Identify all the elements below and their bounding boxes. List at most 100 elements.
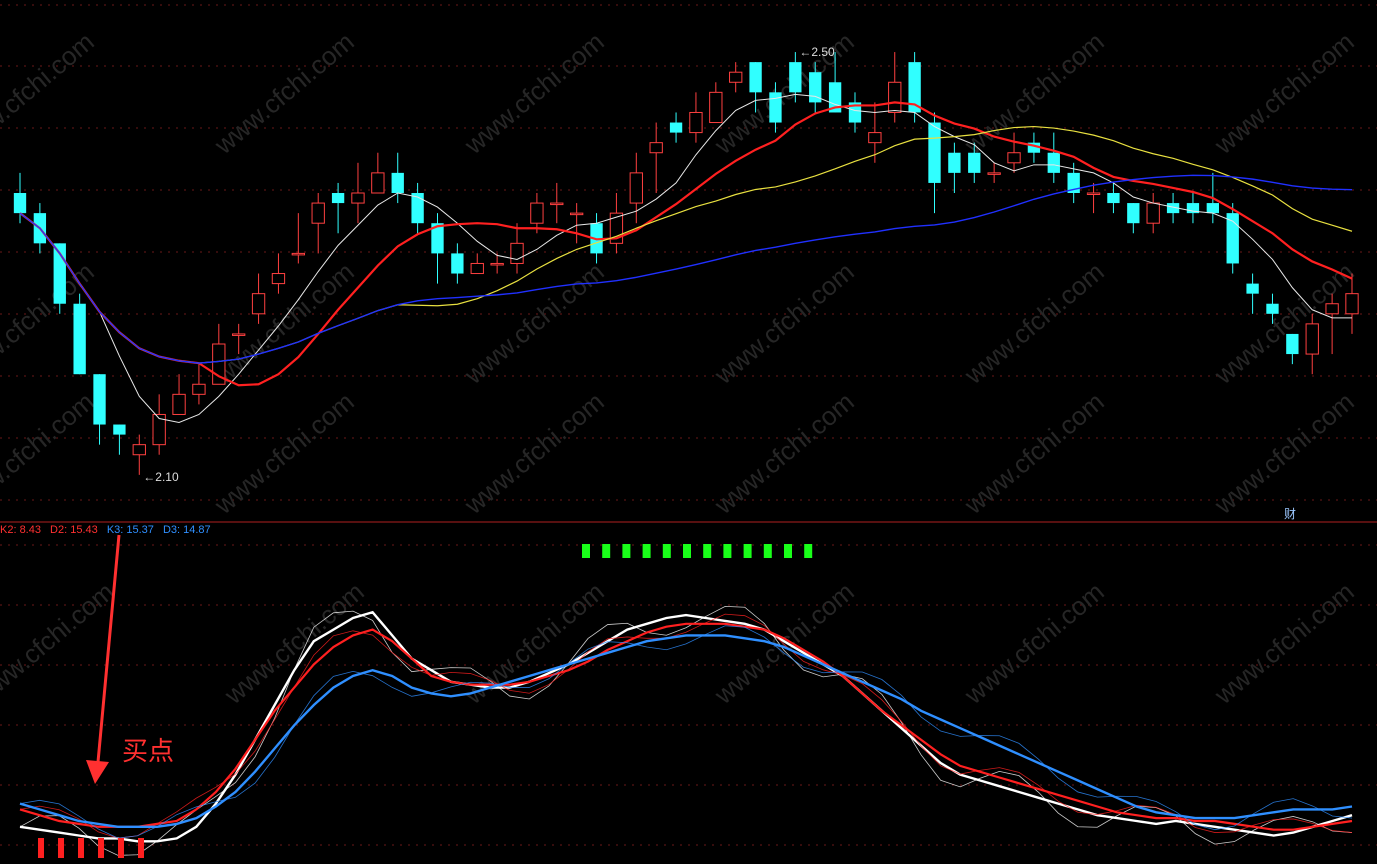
watermark-text: www.cfchi.com <box>1208 26 1360 160</box>
candle-body <box>1127 203 1140 224</box>
candlestick-series <box>13 52 1359 475</box>
sell-signal-bar <box>622 544 631 558</box>
candle-body <box>232 333 246 336</box>
candle-body <box>749 62 762 93</box>
candle-body <box>629 172 643 204</box>
sell-signal-bar <box>743 544 752 558</box>
oscillator-fast-line-2 <box>19 625 1353 839</box>
candle-body <box>729 71 743 83</box>
watermark-text: www.cfchi.com <box>208 26 360 160</box>
candle-body <box>1345 293 1359 315</box>
candle-body <box>1047 152 1060 173</box>
watermark-text: www.cfchi.com <box>458 256 610 390</box>
candle-body <box>291 252 305 256</box>
signal-markers <box>38 544 813 858</box>
arrow-head <box>86 760 109 784</box>
candle-body <box>510 242 524 264</box>
candle-body <box>928 122 941 183</box>
legend-d2: D2: 15.43 <box>50 524 98 536</box>
candle-body <box>1007 152 1021 164</box>
candle-body <box>1146 202 1160 224</box>
candle-body <box>1246 283 1259 294</box>
ma20-line <box>19 125 1353 364</box>
candle-body <box>1266 303 1279 314</box>
legend-d3: D3: 14.87 <box>162 524 211 536</box>
stock-chart: www.cfchi.com www.cfchi.com www.cfchi.com w… <box>0 4 1377 858</box>
candle-body <box>331 193 345 204</box>
candle-body <box>689 111 703 134</box>
sell-signal-bar <box>602 544 611 558</box>
watermark-text: www.cfchi.com <box>0 576 120 710</box>
watermark-text: www.cfchi.com <box>708 256 860 390</box>
watermark-text: www.cfchi.com <box>458 386 610 520</box>
legend-k2: K2: 8.43 <box>0 524 41 536</box>
high-price-label: ←2.50 <box>799 45 835 59</box>
buy-signal-bar <box>98 838 104 858</box>
candle-body <box>1086 192 1101 195</box>
candle-body <box>271 273 286 285</box>
corner-badge: 财 <box>1284 507 1296 521</box>
candle-body <box>1305 323 1319 355</box>
arrow-shaft <box>96 534 121 763</box>
candle-body <box>1107 193 1120 204</box>
sell-signal-bar <box>784 544 792 558</box>
chart-grid <box>0 4 1377 846</box>
watermark-text: www.cfchi.com <box>218 576 370 710</box>
watermark-text: www.cfchi.com <box>458 26 610 160</box>
candle-body <box>789 62 802 93</box>
buy-signal-bar <box>118 838 124 858</box>
sell-signal-bar <box>763 544 772 558</box>
sell-signal-bar <box>804 544 813 558</box>
candle-body <box>113 424 126 435</box>
sell-signal-bar <box>723 544 732 558</box>
sell-signal-bar <box>703 544 712 558</box>
buy-point-label: 买点 <box>122 737 174 767</box>
candle-body <box>371 172 385 194</box>
buy-signal-bar <box>78 838 84 858</box>
watermark-text: www.cfchi.com <box>958 576 1110 710</box>
candle-body <box>13 193 27 214</box>
candle-body <box>868 132 882 144</box>
candle-body <box>172 393 186 415</box>
sell-signal-bar <box>582 544 590 558</box>
candle-body <box>709 91 723 124</box>
watermark-text: www.cfchi.com <box>708 576 860 710</box>
candle-body <box>490 262 504 266</box>
sell-signal-bar <box>642 544 651 558</box>
candle-body <box>391 172 404 193</box>
watermark-text: www.cfchi.com <box>1208 256 1360 390</box>
watermark-text: www.cfchi.com <box>1208 576 1360 710</box>
buy-point-arrow: 买点 <box>86 534 174 784</box>
sell-signal-bar <box>683 544 691 558</box>
candle-body <box>569 212 584 216</box>
legend-k3: K3: 15.37 <box>106 524 154 536</box>
candle-body <box>769 92 782 123</box>
buy-signal-bar <box>58 838 64 858</box>
candle-body <box>530 202 544 224</box>
candle-body <box>311 202 325 224</box>
candle-body <box>968 152 981 173</box>
watermark-text: www.cfchi.com <box>708 386 860 520</box>
candle-body <box>987 172 1001 175</box>
candle-body <box>451 253 464 274</box>
sell-signal-bar <box>662 544 671 558</box>
candle-body <box>132 444 146 456</box>
low-price-label: ←2.10 <box>143 470 179 484</box>
buy-signal-bar <box>138 838 144 858</box>
candle-body <box>73 303 86 375</box>
candle-body <box>649 142 663 154</box>
indicator-legend: K2: 8.43 D2: 15.43 K3: 15.37 D3: 14.87 <box>0 524 217 536</box>
buy-signal-bar <box>38 838 44 858</box>
candle-body <box>948 152 961 173</box>
candle-body <box>669 122 683 133</box>
candle-body <box>192 383 206 395</box>
candle-body <box>888 81 902 113</box>
candle-body <box>550 202 564 206</box>
candle-body <box>470 262 484 275</box>
candle-body <box>1286 333 1299 355</box>
candle-body <box>251 293 266 315</box>
oscillator-lines <box>19 606 1353 856</box>
candle-body <box>93 374 106 425</box>
candle-body <box>1206 203 1219 214</box>
watermark-text: www.cfchi.com <box>0 26 100 160</box>
